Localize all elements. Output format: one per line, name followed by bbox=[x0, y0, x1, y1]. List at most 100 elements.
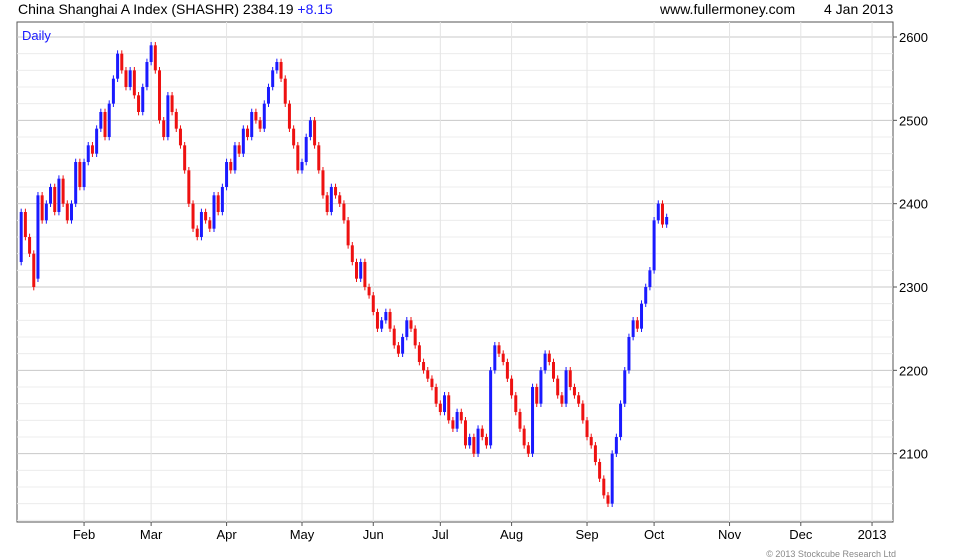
candle-body bbox=[225, 162, 229, 187]
candle-body bbox=[455, 412, 459, 429]
candle-body bbox=[526, 445, 530, 454]
candle-body bbox=[610, 453, 614, 504]
candle-body bbox=[577, 395, 581, 404]
candle-body bbox=[505, 362, 509, 379]
candle-body bbox=[28, 237, 32, 254]
period-label: Daily bbox=[22, 28, 51, 43]
candle-body bbox=[413, 328, 417, 346]
candle-body bbox=[216, 195, 220, 212]
candle-body bbox=[359, 262, 363, 279]
candle-body bbox=[74, 162, 78, 204]
chart-header: China Shanghai A Index (SHASHR) 2384.19 … bbox=[18, 1, 333, 17]
candle-body bbox=[501, 353, 505, 362]
candle-body bbox=[602, 478, 606, 496]
candle-body bbox=[572, 387, 576, 396]
copyright: © 2013 Stockcube Research Ltd bbox=[766, 549, 896, 559]
candle-body bbox=[493, 345, 497, 371]
chart-date: 4 Jan 2013 bbox=[824, 1, 894, 17]
candle-body bbox=[329, 187, 333, 212]
candle-body bbox=[614, 437, 618, 454]
x-tick-label: Mar bbox=[140, 527, 163, 542]
candle-body bbox=[283, 78, 287, 104]
price-chart: 2100 2200 2300 2400 2500 2600 Feb Mar Apr May Jun… bbox=[16, 21, 928, 542]
candle-body bbox=[279, 62, 283, 79]
candle-body bbox=[23, 212, 27, 237]
candle-body bbox=[61, 178, 65, 204]
candle-body bbox=[220, 187, 224, 212]
candle-body bbox=[145, 62, 149, 87]
candle-body bbox=[581, 403, 585, 421]
candle-body bbox=[539, 370, 543, 404]
candle-body bbox=[65, 203, 69, 221]
candle-body bbox=[551, 362, 555, 379]
candle-body bbox=[49, 187, 53, 204]
candle-body bbox=[531, 387, 535, 454]
candle-body bbox=[271, 70, 275, 87]
candle-body bbox=[564, 370, 568, 404]
y-tick-label: 2500 bbox=[899, 113, 928, 128]
candle-body bbox=[132, 70, 136, 96]
y-axis: 2100 2200 2300 2400 2500 2600 bbox=[893, 30, 928, 462]
candle-body bbox=[623, 370, 627, 404]
candle-body bbox=[535, 387, 539, 404]
candle-body bbox=[53, 187, 57, 212]
candle-body bbox=[656, 203, 660, 221]
candle-body bbox=[434, 387, 438, 404]
candle-body bbox=[644, 287, 648, 304]
candle-body bbox=[149, 45, 153, 62]
candle-body bbox=[635, 320, 639, 329]
candle-body bbox=[308, 120, 312, 137]
candle-body bbox=[514, 395, 518, 412]
candle-body bbox=[568, 370, 572, 387]
candle-body bbox=[476, 428, 480, 454]
candle-body bbox=[593, 445, 597, 462]
candle-body bbox=[648, 270, 652, 287]
candle-body bbox=[547, 353, 551, 362]
plot-area bbox=[16, 21, 894, 523]
candle-body bbox=[82, 162, 86, 187]
candle-body bbox=[660, 203, 664, 225]
candle-body bbox=[321, 170, 325, 196]
source-url[interactable]: www.fullermoney.com bbox=[660, 1, 795, 17]
candle-body bbox=[44, 203, 48, 221]
candle-body bbox=[178, 128, 182, 146]
x-tick-label: Sep bbox=[575, 527, 598, 542]
x-tick-label: Dec bbox=[789, 527, 813, 542]
candle-body bbox=[556, 378, 560, 396]
x-tick-label: Aug bbox=[500, 527, 523, 542]
candle-body bbox=[183, 145, 187, 171]
y-tick-label: 2600 bbox=[899, 30, 928, 45]
candle-body bbox=[371, 295, 375, 312]
x-tick-label: Jun bbox=[363, 527, 384, 542]
candle-body bbox=[195, 228, 199, 237]
candle-body bbox=[627, 337, 631, 371]
candle-body bbox=[90, 145, 94, 154]
candle-body bbox=[250, 112, 254, 137]
candle-body bbox=[631, 320, 635, 337]
candle-body bbox=[36, 195, 40, 279]
candle-body bbox=[489, 370, 493, 446]
candle-body bbox=[199, 212, 203, 237]
x-tick-label: Oct bbox=[644, 527, 665, 542]
candle-body bbox=[170, 95, 174, 112]
candle-body bbox=[585, 420, 589, 437]
candle-body bbox=[392, 328, 396, 346]
candle-body bbox=[447, 395, 451, 421]
candle-body bbox=[78, 162, 82, 187]
candle-body bbox=[241, 128, 245, 154]
candle-body bbox=[543, 353, 547, 371]
candle-body bbox=[233, 145, 237, 171]
candle-body bbox=[409, 320, 413, 329]
candle-body bbox=[162, 120, 166, 137]
x-tick-label: May bbox=[290, 527, 315, 542]
candle-body bbox=[401, 337, 405, 354]
candle-body bbox=[422, 362, 426, 371]
candle-body bbox=[124, 70, 128, 87]
x-tick-label: Feb bbox=[73, 527, 95, 542]
candle-body bbox=[375, 312, 379, 329]
candle-body bbox=[40, 195, 44, 221]
candle-body bbox=[342, 203, 346, 221]
candle-body bbox=[103, 112, 107, 137]
candle-body bbox=[99, 112, 103, 129]
candle-body bbox=[141, 87, 145, 112]
